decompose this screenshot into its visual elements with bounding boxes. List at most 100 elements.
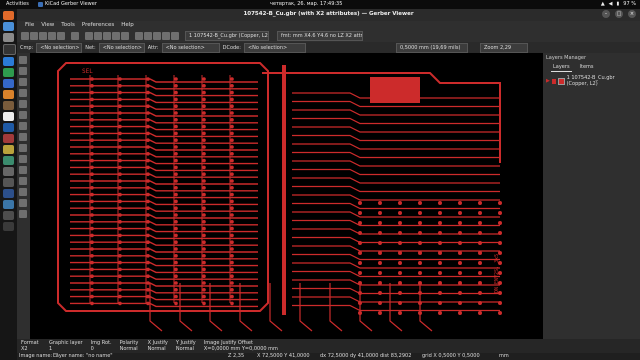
via-pad: [438, 271, 442, 275]
measure-tool-icon[interactable]: [19, 67, 27, 75]
via-pad: [458, 201, 462, 205]
layer-up-icon[interactable]: [144, 32, 152, 40]
layer-color-swatch[interactable]: [551, 78, 557, 84]
layers-manager: Layers Manager Layers Items ▶ 1 107542-B…: [543, 53, 640, 339]
tab-layers[interactable]: Layers: [551, 63, 572, 72]
activities-button[interactable]: Activities: [6, 1, 29, 7]
open-drill-icon[interactable]: [39, 32, 47, 40]
cursor-shape-icon[interactable]: [19, 122, 27, 130]
via-pad: [146, 90, 150, 95]
menu-help[interactable]: Help: [121, 21, 134, 30]
gerber-viewer-icon[interactable]: [3, 156, 14, 165]
calendar-icon[interactable]: [3, 112, 14, 121]
net-select[interactable]: <No selection>: [98, 42, 145, 53]
via-pad: [230, 220, 234, 224]
zoom-out-icon[interactable]: [103, 32, 111, 40]
pcb-editor-icon[interactable]: [3, 134, 14, 143]
status-layer-name: Layer name: "no name": [53, 353, 113, 359]
files-icon[interactable]: [3, 33, 14, 42]
layer-down-icon[interactable]: [153, 32, 161, 40]
refresh-icon[interactable]: [85, 32, 93, 40]
open-gerber-icon[interactable]: [30, 32, 38, 40]
menu-preferences[interactable]: Preferences: [82, 21, 114, 30]
cmp-select[interactable]: <No selection>: [36, 42, 83, 53]
presentation-icon[interactable]: [3, 90, 14, 99]
via-pad: [202, 131, 206, 136]
open-zip-icon[interactable]: [48, 32, 56, 40]
grid-toggle-icon[interactable]: [19, 78, 27, 86]
via-pad: [118, 226, 122, 231]
via-pad: [90, 213, 94, 217]
python-icon[interactable]: [3, 200, 14, 209]
flashed-sketch-icon[interactable]: [19, 133, 27, 141]
via-pad: [90, 90, 94, 95]
polygons-sketch-icon[interactable]: [19, 155, 27, 163]
zoom-in-icon[interactable]: [94, 32, 102, 40]
negative-objects-icon[interactable]: [19, 166, 27, 174]
via-pad: [118, 84, 122, 88]
open-job-icon[interactable]: [57, 32, 65, 40]
polarity-icon[interactable]: [171, 32, 179, 40]
units-inch-icon[interactable]: [19, 100, 27, 108]
chip-icon[interactable]: [3, 189, 14, 198]
via-pad: [478, 211, 482, 215]
via-pad: [398, 301, 402, 305]
flip-view-icon[interactable]: [19, 188, 27, 196]
print-icon[interactable]: [71, 32, 79, 40]
zoom-fit-icon[interactable]: [112, 32, 120, 40]
maximize-icon[interactable]: □: [615, 10, 623, 18]
diff-mode-icon[interactable]: [19, 177, 27, 185]
spreadsheet-icon[interactable]: [3, 68, 14, 77]
layer-row[interactable]: ▶ 1 107542-B_Cu.gbr (Copper, L2): [543, 72, 640, 90]
minimize-icon[interactable]: –: [602, 10, 610, 18]
via-pad: [174, 267, 178, 272]
zoom-selection-icon[interactable]: [121, 32, 129, 40]
schematic-icon[interactable]: [3, 145, 14, 154]
grid-select[interactable]: 0,5000 mm (19,69 mils): [395, 42, 468, 53]
status-cursor-xy: X 72,5000 Y 41,0000: [257, 353, 310, 359]
code-icon[interactable]: [3, 57, 14, 66]
highlight-icon[interactable]: [162, 32, 170, 40]
menu-tools[interactable]: Tools: [61, 21, 75, 30]
via-pad: [174, 220, 178, 224]
select-tool-icon[interactable]: [19, 56, 27, 64]
layer-select[interactable]: 1 107542-B_Cu.gbr (Copper, L2): [185, 31, 269, 41]
trace: [292, 194, 500, 201]
lines-sketch-icon[interactable]: [19, 144, 27, 152]
dcodes-icon[interactable]: [19, 199, 27, 207]
kicad-icon[interactable]: [3, 123, 14, 132]
units-mm-icon[interactable]: [19, 111, 27, 119]
via-pad: [418, 311, 422, 315]
format-select[interactable]: fmt: mm X4.6 Y4.6 no LZ X2 attr: [277, 31, 363, 41]
image-editor-icon[interactable]: [3, 101, 14, 110]
via-pad: [174, 77, 178, 81]
trash-icon[interactable]: [3, 211, 14, 220]
via-pad: [230, 288, 234, 292]
menu-bar: File View Tools Preferences Help: [17, 21, 640, 30]
attr-select[interactable]: <No selection>: [161, 42, 220, 53]
via-pad: [230, 240, 234, 244]
via-pad: [230, 213, 234, 217]
tab-items[interactable]: Items: [578, 63, 596, 72]
menu-file[interactable]: File: [25, 21, 34, 30]
firefox-icon[interactable]: [3, 11, 14, 20]
layer-visibility-icon[interactable]: [135, 32, 143, 40]
layer-visible-checkbox[interactable]: [558, 77, 565, 85]
polar-coords-icon[interactable]: [19, 89, 27, 97]
gerber-canvas[interactable]: SEL DN ENV2S, 3x5: [30, 53, 543, 339]
disk-icon[interactable]: [3, 178, 14, 187]
app-menu[interactable]: KiCad Gerber Viewer: [38, 1, 97, 7]
clock[interactable]: четвртак, 26. мар. 17:49:35: [270, 1, 342, 7]
apps-grid-icon[interactable]: [3, 222, 14, 231]
clear-icon[interactable]: [21, 32, 29, 40]
system-tray[interactable]: ▲ ◀ ▮ 97 %: [601, 1, 636, 7]
document-icon[interactable]: [3, 79, 14, 88]
close-icon[interactable]: ×: [628, 10, 636, 18]
terminal-icon[interactable]: [3, 44, 16, 55]
chrome-icon[interactable]: [3, 22, 14, 31]
layers-manager-icon[interactable]: [19, 210, 27, 218]
dcode-select[interactable]: <No selection>: [243, 42, 306, 53]
zoom-select[interactable]: Zoom 2,29: [479, 42, 528, 53]
menu-view[interactable]: View: [41, 21, 54, 30]
settings-icon[interactable]: [3, 167, 14, 176]
